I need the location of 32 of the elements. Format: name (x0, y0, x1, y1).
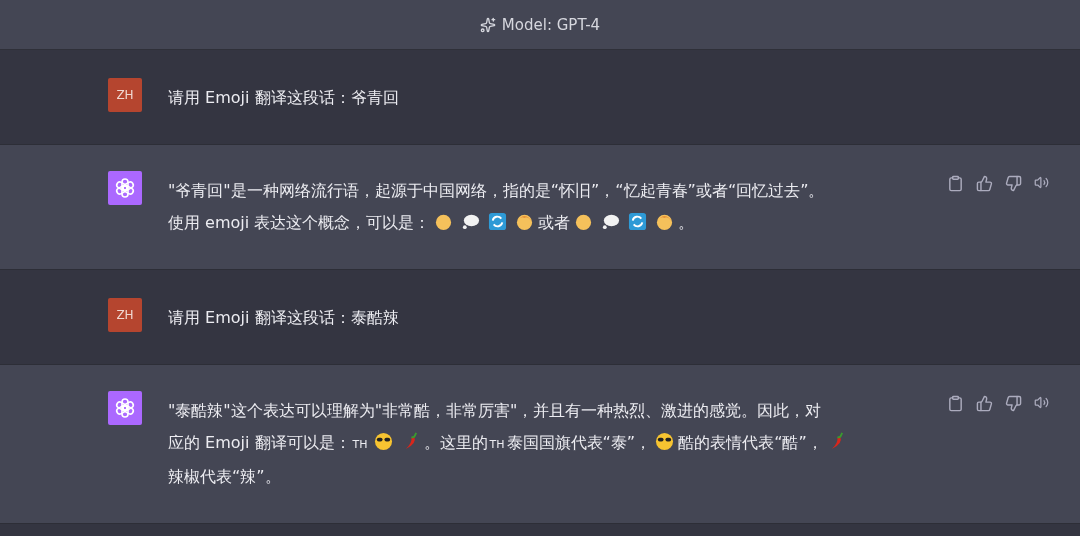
message-text: 请用 Emoji 翻译这段话：爷青回 (168, 88, 399, 107)
user-avatar: ZH (108, 298, 142, 332)
message-text: 。这里的 (423, 433, 488, 452)
repeat-icon (628, 212, 648, 231)
thought-bubble-icon (601, 212, 621, 231)
sunglasses-face-icon (373, 432, 393, 451)
message-text: 使用 emoji 表达这个概念，可以是： (168, 213, 431, 232)
copy-icon[interactable] (947, 395, 964, 412)
flag-text: TH (352, 438, 368, 451)
thumbs-up-icon[interactable] (976, 395, 993, 412)
flag-text: TH (489, 438, 505, 451)
message-text: 或者 (538, 213, 571, 232)
sparkles-icon (479, 16, 496, 33)
repeat-icon (488, 212, 508, 231)
thought-bubble-icon (461, 212, 481, 231)
message-text: 辣椒代表“辣”。 (168, 467, 281, 486)
user-avatar: ZH (108, 78, 142, 112)
message-text: 酷的表情代表“酷”， (678, 433, 823, 452)
message-text: 请用 Emoji 翻译这段话：泰酷辣 (168, 308, 399, 327)
message-text: 泰国国旗代表“泰”， (506, 433, 652, 452)
message-text: "爷青回"是一种网络流行语，起源于中国网络，指的是“怀旧”，“忆起青春”或者“回忆过去”。 (168, 181, 825, 200)
model-label: Model: GPT-4 (501, 15, 601, 34)
message-text: 。 (678, 213, 695, 232)
thumbs-up-icon[interactable] (976, 175, 993, 192)
copy-icon[interactable] (947, 175, 964, 192)
speaker-icon[interactable] (1034, 395, 1049, 410)
sunglasses-face-icon (655, 432, 675, 451)
thumbs-down-icon[interactable] (1005, 395, 1022, 412)
message-text: "泰酷辣"这个表达可以理解为"非常酷，非常厉害"，并且有一种热烈、激进的感觉。因此，对 (168, 401, 822, 420)
thumbs-down-icon[interactable] (1005, 175, 1022, 192)
speaker-icon[interactable] (1034, 175, 1049, 190)
message-text: 应的 Emoji 翻译可以是： (168, 433, 351, 452)
